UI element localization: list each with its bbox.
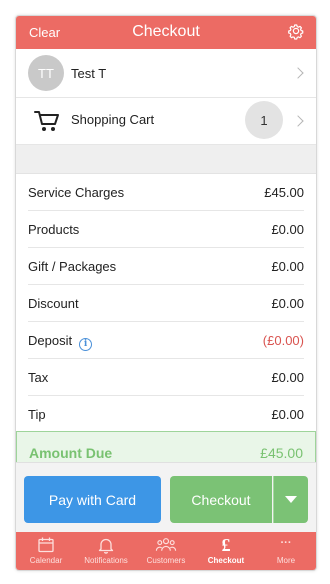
tab-label: Calendar [29, 556, 63, 565]
shopping-cart-row[interactable]: Shopping Cart 1 [16, 98, 316, 145]
summary-value: £0.00 [271, 370, 304, 385]
summary-value: £0.00 [271, 407, 304, 422]
checkout-options-button[interactable] [273, 476, 308, 523]
summary-row-tax: Tax £0.00 [28, 359, 304, 396]
tab-customers[interactable]: Customers [136, 532, 196, 570]
amount-due-value: £45.00 [260, 445, 303, 461]
section-spacer [16, 145, 316, 174]
checkout-screen: Clear Checkout TT Test T Shopping Cart 1… [15, 15, 317, 571]
summary-label: Products [28, 222, 80, 237]
summary-label: Discount [28, 296, 79, 311]
tab-checkout[interactable]: £ Checkout [196, 532, 256, 570]
summary-value: £0.00 [271, 296, 304, 311]
summary-label: Tax [28, 370, 49, 385]
pay-with-card-button[interactable]: Pay with Card [24, 476, 161, 523]
chevron-right-icon [292, 115, 304, 127]
summary-row-service-charges: Service Charges £45.00 [28, 174, 304, 211]
summary-value: £0.00 [271, 259, 304, 274]
amount-due-row: Amount Due £45.00 [16, 431, 316, 462]
header-bar: Clear Checkout [16, 16, 316, 49]
client-row[interactable]: TT Test T [16, 49, 316, 98]
gear-icon[interactable] [287, 22, 305, 40]
tab-label: Notifications [84, 556, 128, 565]
summary-label: Gift / Packages [28, 259, 117, 274]
client-name: Test T [71, 66, 107, 81]
summary-value: (£0.00) [262, 333, 304, 348]
cart-icon [34, 111, 59, 131]
tab-label: Checkout [207, 556, 245, 565]
people-icon [155, 538, 177, 551]
summary-label: Deposit [28, 333, 73, 348]
info-icon[interactable]: i [79, 338, 93, 351]
caret-down-icon [285, 496, 297, 503]
pound-icon: £ [221, 535, 231, 555]
tab-calendar[interactable]: Calendar [16, 532, 76, 570]
summary-row-discount: Discount £0.00 [28, 285, 304, 322]
chevron-right-icon [292, 67, 304, 79]
more-icon: ··· [280, 537, 292, 549]
tab-label: Customers [146, 556, 186, 565]
shopping-cart-label: Shopping Cart [71, 112, 155, 127]
checkout-button[interactable]: Checkout [170, 476, 272, 523]
tab-notifications[interactable]: Notifications [76, 532, 136, 570]
tab-bar: Calendar Notifications Customers £ Check… [16, 532, 316, 570]
bell-icon [98, 538, 114, 554]
action-bar: Pay with Card Checkout [16, 462, 316, 532]
summary-row-deposit: Deposit i (£0.00) [28, 322, 304, 359]
summary-label: Tip [28, 407, 46, 422]
summary-row-gift-packages: Gift / Packages £0.00 [28, 248, 304, 285]
avatar: TT [28, 55, 64, 91]
tab-more[interactable]: ··· More [256, 532, 316, 570]
summary-row-tip: Tip £0.00 [28, 396, 304, 433]
page-title: Checkout [132, 23, 200, 40]
amount-due-label: Amount Due [29, 445, 113, 461]
cart-count-badge: 1 [245, 101, 283, 139]
summary-label: Service Charges [28, 185, 125, 200]
tab-label: More [276, 556, 296, 565]
calendar-icon [38, 537, 54, 553]
summary-row-products: Products £0.00 [28, 211, 304, 248]
summary-value: £0.00 [271, 222, 304, 237]
summary-value: £45.00 [264, 185, 304, 200]
summary-list: Service Charges £45.00 Products £0.00 Gi… [16, 174, 316, 433]
